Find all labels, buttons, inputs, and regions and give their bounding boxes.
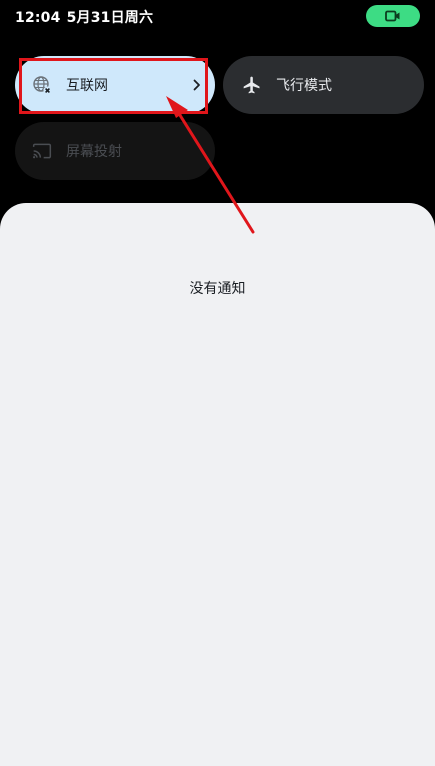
video-camera-icon bbox=[385, 10, 401, 22]
tile-screen-cast[interactable]: 屏幕投射 bbox=[15, 122, 215, 180]
globe-no-signal-icon bbox=[31, 74, 53, 96]
tile-internet[interactable]: 互联网 bbox=[15, 56, 215, 114]
status-date: 5月31日周六 bbox=[66, 10, 154, 26]
cast-icon bbox=[31, 140, 53, 162]
status-time: 12:04 bbox=[15, 10, 61, 26]
chevron-right-icon bbox=[191, 78, 203, 92]
tile-internet-label: 互联网 bbox=[66, 78, 108, 94]
tile-airplane-mode[interactable]: 飞行模式 bbox=[223, 56, 424, 114]
airplane-icon bbox=[241, 74, 263, 96]
no-notifications-text: 没有通知 bbox=[189, 281, 246, 297]
tile-airplane-mode-label: 飞行模式 bbox=[276, 78, 332, 94]
ongoing-call-chip[interactable] bbox=[366, 5, 420, 27]
status-bar: 12:04 5月31日周六 bbox=[0, 0, 435, 32]
status-clock: 12:04 5月31日周六 bbox=[15, 7, 153, 27]
tile-screen-cast-label: 屏幕投射 bbox=[66, 144, 122, 160]
